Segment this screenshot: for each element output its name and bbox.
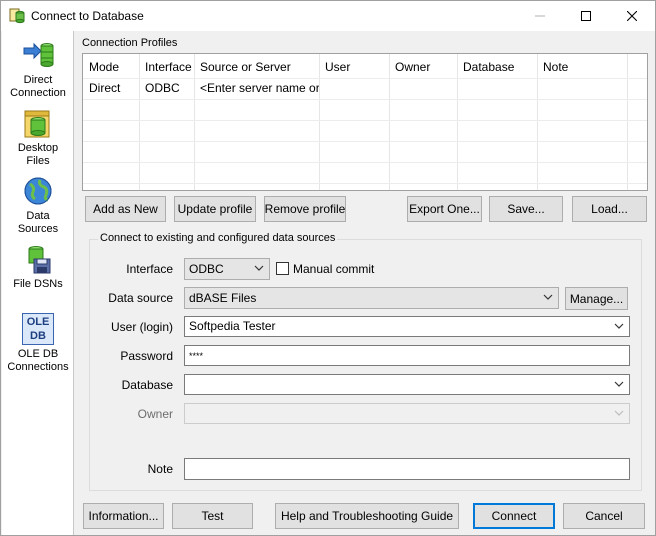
cell-interface: ODBC (145, 81, 180, 95)
column-header-database[interactable]: Database (457, 57, 537, 78)
desktop-files-icon (24, 110, 50, 138)
test-button[interactable]: Test (172, 503, 253, 529)
row-divider (83, 141, 647, 142)
update-profile-button[interactable]: Update profile (174, 196, 256, 222)
sidebar-item-label: Connection (10, 87, 66, 99)
chevron-down-icon (614, 410, 624, 416)
close-button[interactable] (609, 1, 655, 31)
sidebar-item-label: Files (26, 155, 50, 167)
sidebar-item-desktop-files[interactable]: Desktop Files (2, 107, 74, 168)
connect-button[interactable]: Connect (473, 503, 555, 529)
sidebar-item-label: Desktop (17, 142, 59, 154)
column-header-owner[interactable]: Owner (389, 57, 457, 78)
sidebar-item-direct-connection[interactable]: Direct Connection (2, 39, 74, 100)
minimize-icon (535, 15, 545, 17)
table-row[interactable]: Direct ODBC <Enter server name or... (83, 78, 647, 99)
manage-button[interactable]: Manage... (565, 287, 628, 310)
interface-label: Interface (126, 262, 173, 276)
password-value: **** (189, 351, 204, 361)
manual-commit-label[interactable]: Manual commit (293, 262, 374, 276)
database-app-icon (9, 8, 25, 24)
row-divider (83, 99, 647, 100)
column-header-user[interactable]: User (319, 57, 389, 78)
user-login-value: Softpedia Tester (189, 319, 276, 333)
user-login-combo[interactable]: Softpedia Tester (184, 316, 630, 337)
load-button[interactable]: Load... (572, 196, 647, 222)
interface-select[interactable]: ODBC (184, 258, 270, 280)
data-sources-globe-icon (24, 177, 52, 205)
manual-commit-checkbox[interactable] (276, 262, 289, 275)
connection-profiles-table[interactable]: Mode Interface Source or Server User Own… (82, 53, 648, 191)
sidebar-item-label: File DSNs (13, 278, 63, 290)
cell-source: <Enter server name or... (200, 81, 319, 95)
cell-mode: Direct (89, 81, 121, 95)
chevron-down-icon (614, 381, 624, 387)
row-divider (83, 162, 647, 163)
remove-profile-button[interactable]: Remove profile (264, 196, 346, 222)
connect-group-label: Connect to existing and configured data … (98, 232, 338, 244)
column-header-mode[interactable]: Mode (83, 57, 139, 78)
cell-user (319, 78, 389, 99)
column-header-source[interactable]: Source or Server (194, 57, 319, 78)
data-source-select[interactable]: dBASE Files (184, 287, 559, 309)
information-button[interactable]: Information... (83, 503, 164, 529)
column-header-note[interactable]: Note (537, 57, 627, 78)
password-field[interactable]: **** (184, 345, 630, 366)
table-header: Mode Interface Source or Server User Own… (83, 57, 647, 78)
sidebar-item-ole-db-connections[interactable]: OLE DB OLE DB Connections (2, 313, 74, 374)
db-icon-label: DB (30, 330, 46, 342)
export-one-button[interactable]: Export One... (407, 196, 482, 222)
close-icon (627, 11, 637, 21)
database-label: Database (121, 378, 173, 392)
row-divider (83, 183, 647, 184)
user-login-label: User (login) (110, 320, 173, 334)
file-dsn-icon (28, 246, 51, 274)
maximize-icon (581, 11, 591, 21)
window-title: Connect to Database (31, 9, 144, 23)
sidebar-item-label: Sources (17, 223, 59, 235)
chevron-down-icon (614, 323, 624, 329)
cell-database (457, 78, 537, 99)
owner-label: Owner (137, 407, 173, 421)
add-as-new-button[interactable]: Add as New (85, 196, 166, 222)
direct-connection-icon (23, 42, 54, 67)
help-troubleshooting-button[interactable]: Help and Troubleshooting Guide (275, 503, 459, 529)
row-divider (83, 120, 647, 121)
sidebar-item-data-sources[interactable]: Data Sources (2, 175, 74, 236)
note-label: Note (147, 462, 173, 476)
ole-db-icon: OLE DB (22, 313, 54, 345)
title-bar: Connect to Database (1, 1, 655, 31)
cell-note (537, 78, 627, 99)
save-button[interactable]: Save... (489, 196, 563, 222)
chevron-down-icon (543, 294, 553, 300)
connection-type-sidebar: Direct Connection Desktop Files Data Sou… (2, 31, 74, 535)
note-field[interactable] (184, 458, 630, 480)
owner-combo (184, 403, 630, 424)
connect-to-database-window: Connect to Database Direct Connection De… (0, 0, 656, 536)
sidebar-item-label: OLE DB (17, 348, 59, 360)
password-label: Password (120, 349, 173, 363)
sidebar-item-file-dsns[interactable]: File DSNs (2, 243, 74, 291)
sidebar-item-label: Data (26, 210, 50, 222)
minimize-button[interactable] (517, 1, 563, 31)
connection-profiles-label: Connection Profiles (80, 37, 180, 49)
cancel-button[interactable]: Cancel (563, 503, 645, 529)
data-source-value: dBASE Files (189, 291, 257, 305)
sidebar-item-label: Direct (23, 74, 53, 86)
column-header-interface[interactable]: Interface (139, 57, 194, 78)
sidebar-item-label: Connections (7, 361, 69, 373)
data-source-label: Data source (108, 291, 173, 305)
ole-icon-label: OLE (26, 316, 50, 328)
database-combo[interactable] (184, 374, 630, 395)
maximize-button[interactable] (563, 1, 609, 31)
cell-owner (389, 78, 457, 99)
interface-value: ODBC (189, 262, 224, 276)
chevron-down-icon (254, 265, 264, 271)
